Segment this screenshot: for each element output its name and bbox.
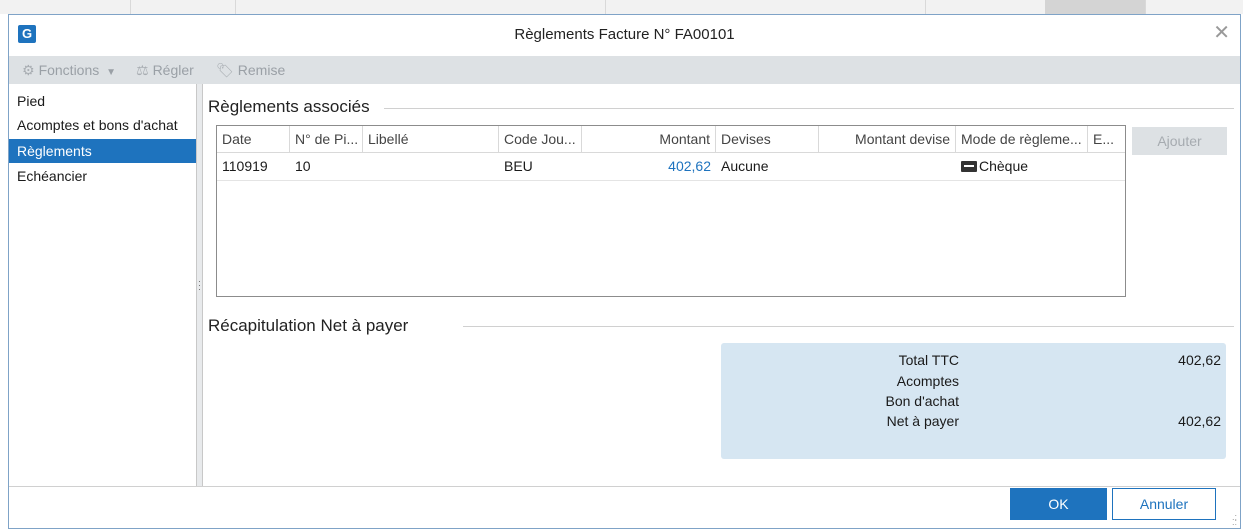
pay-button[interactable]: ⚖ Régler	[136, 62, 194, 79]
background-tab	[0, 0, 131, 14]
resize-grip-icon[interactable]: .:.:	[1232, 513, 1237, 527]
summary-panel: Total TTC 402,62 Acomptes Bon d'achat Ne…	[721, 343, 1226, 459]
functions-menu-button[interactable]: ⚙ Fonctions ▼	[22, 62, 116, 79]
cell-code-journal: BEU	[504, 158, 533, 174]
column-header-date[interactable]: Date	[217, 126, 290, 152]
section-divider	[384, 108, 1234, 109]
column-header-mode[interactable]: Mode de règleme...	[956, 126, 1088, 152]
cell-date: 110919	[222, 158, 268, 174]
section-nav: Pied Acomptes et bons d'achat Règlements…	[9, 84, 196, 486]
splitter-grip-icon: · · ·	[198, 276, 201, 294]
column-header-montant-devise[interactable]: Montant devise	[819, 126, 956, 152]
cell-montant-devise	[819, 153, 956, 180]
background-tab	[235, 0, 606, 14]
payment-card-icon	[961, 161, 977, 172]
background-tab	[1045, 0, 1146, 14]
background-tab	[925, 0, 1046, 14]
summary-label-total-ttc: Total TTC	[898, 352, 959, 368]
cell-libelle	[363, 153, 499, 180]
payments-dialog: G Règlements Facture N° FA00101 ✕ ⚙ Fonct…	[8, 14, 1241, 529]
pane-splitter[interactable]: · · ·	[196, 84, 203, 486]
tag-icon: 🏷	[216, 62, 234, 78]
table-row[interactable]: 110919 10 BEU 402,62 Aucune Chèque	[217, 153, 1125, 181]
section-divider	[463, 326, 1234, 327]
column-header-devises[interactable]: Devises	[716, 126, 819, 152]
summary-label-net-a-payer: Net à payer	[886, 413, 959, 429]
column-header-montant[interactable]: Montant	[582, 126, 716, 152]
toolbar: ⚙ Fonctions ▼ ⚖ Régler 🏷 Remise	[9, 56, 1240, 84]
chevron-down-icon: ▼	[106, 67, 117, 78]
nav-item-echeancier[interactable]: Echéancier	[9, 164, 196, 188]
background-app-strip	[0, 0, 1243, 14]
nav-item-acomptes[interactable]: Acomptes et bons d'achat	[9, 113, 196, 137]
pay-label: Régler	[152, 62, 194, 78]
gears-icon: ⚙	[22, 62, 35, 78]
cell-devises: Aucune	[721, 158, 769, 174]
payments-table: Date N° de Pi... Libellé Code Jou... Mon…	[216, 125, 1126, 297]
cancel-button[interactable]: Annuler	[1112, 488, 1216, 520]
ok-button[interactable]: OK	[1010, 488, 1107, 520]
cell-montant[interactable]: 402,62	[582, 153, 716, 180]
summary-value-total-ttc: 402,62	[1178, 352, 1221, 368]
close-icon[interactable]: ✕	[1213, 23, 1230, 43]
cell-mode-label: Chèque	[979, 158, 1029, 174]
footer-divider	[9, 486, 1240, 487]
dialog-title: Règlements Facture N° FA00101	[514, 26, 735, 43]
add-payment-button[interactable]: Ajouter	[1132, 127, 1227, 155]
discount-button[interactable]: 🏷 Remise	[216, 62, 285, 79]
cell-mode: Chèque	[956, 153, 1088, 180]
cell-e	[1088, 153, 1125, 180]
summary-section-title: Récapitulation Net à payer	[208, 316, 409, 335]
cell-piece: 10	[295, 158, 311, 174]
summary-label-acomptes: Acomptes	[896, 373, 959, 389]
background-tab	[130, 0, 236, 14]
functions-label: Fonctions	[38, 62, 100, 78]
column-header-code-journal[interactable]: Code Jou...	[499, 126, 582, 152]
column-header-libelle[interactable]: Libellé	[363, 126, 499, 152]
scale-icon: ⚖	[136, 62, 149, 78]
discount-label: Remise	[237, 62, 286, 78]
column-header-e[interactable]: E...	[1088, 126, 1125, 152]
title-bar: G Règlements Facture N° FA00101 ✕	[9, 15, 1240, 55]
nav-item-reglements[interactable]: Règlements	[9, 139, 196, 163]
nav-item-pied[interactable]: Pied	[9, 89, 196, 113]
column-header-piece[interactable]: N° de Pi...	[290, 126, 363, 152]
summary-label-bon-achat: Bon d'achat	[885, 393, 959, 409]
table-header: Date N° de Pi... Libellé Code Jou... Mon…	[217, 126, 1125, 153]
summary-value-net-a-payer: 402,62	[1178, 413, 1221, 429]
background-tab	[605, 0, 926, 14]
payments-section-title: Règlements associés	[208, 97, 370, 116]
